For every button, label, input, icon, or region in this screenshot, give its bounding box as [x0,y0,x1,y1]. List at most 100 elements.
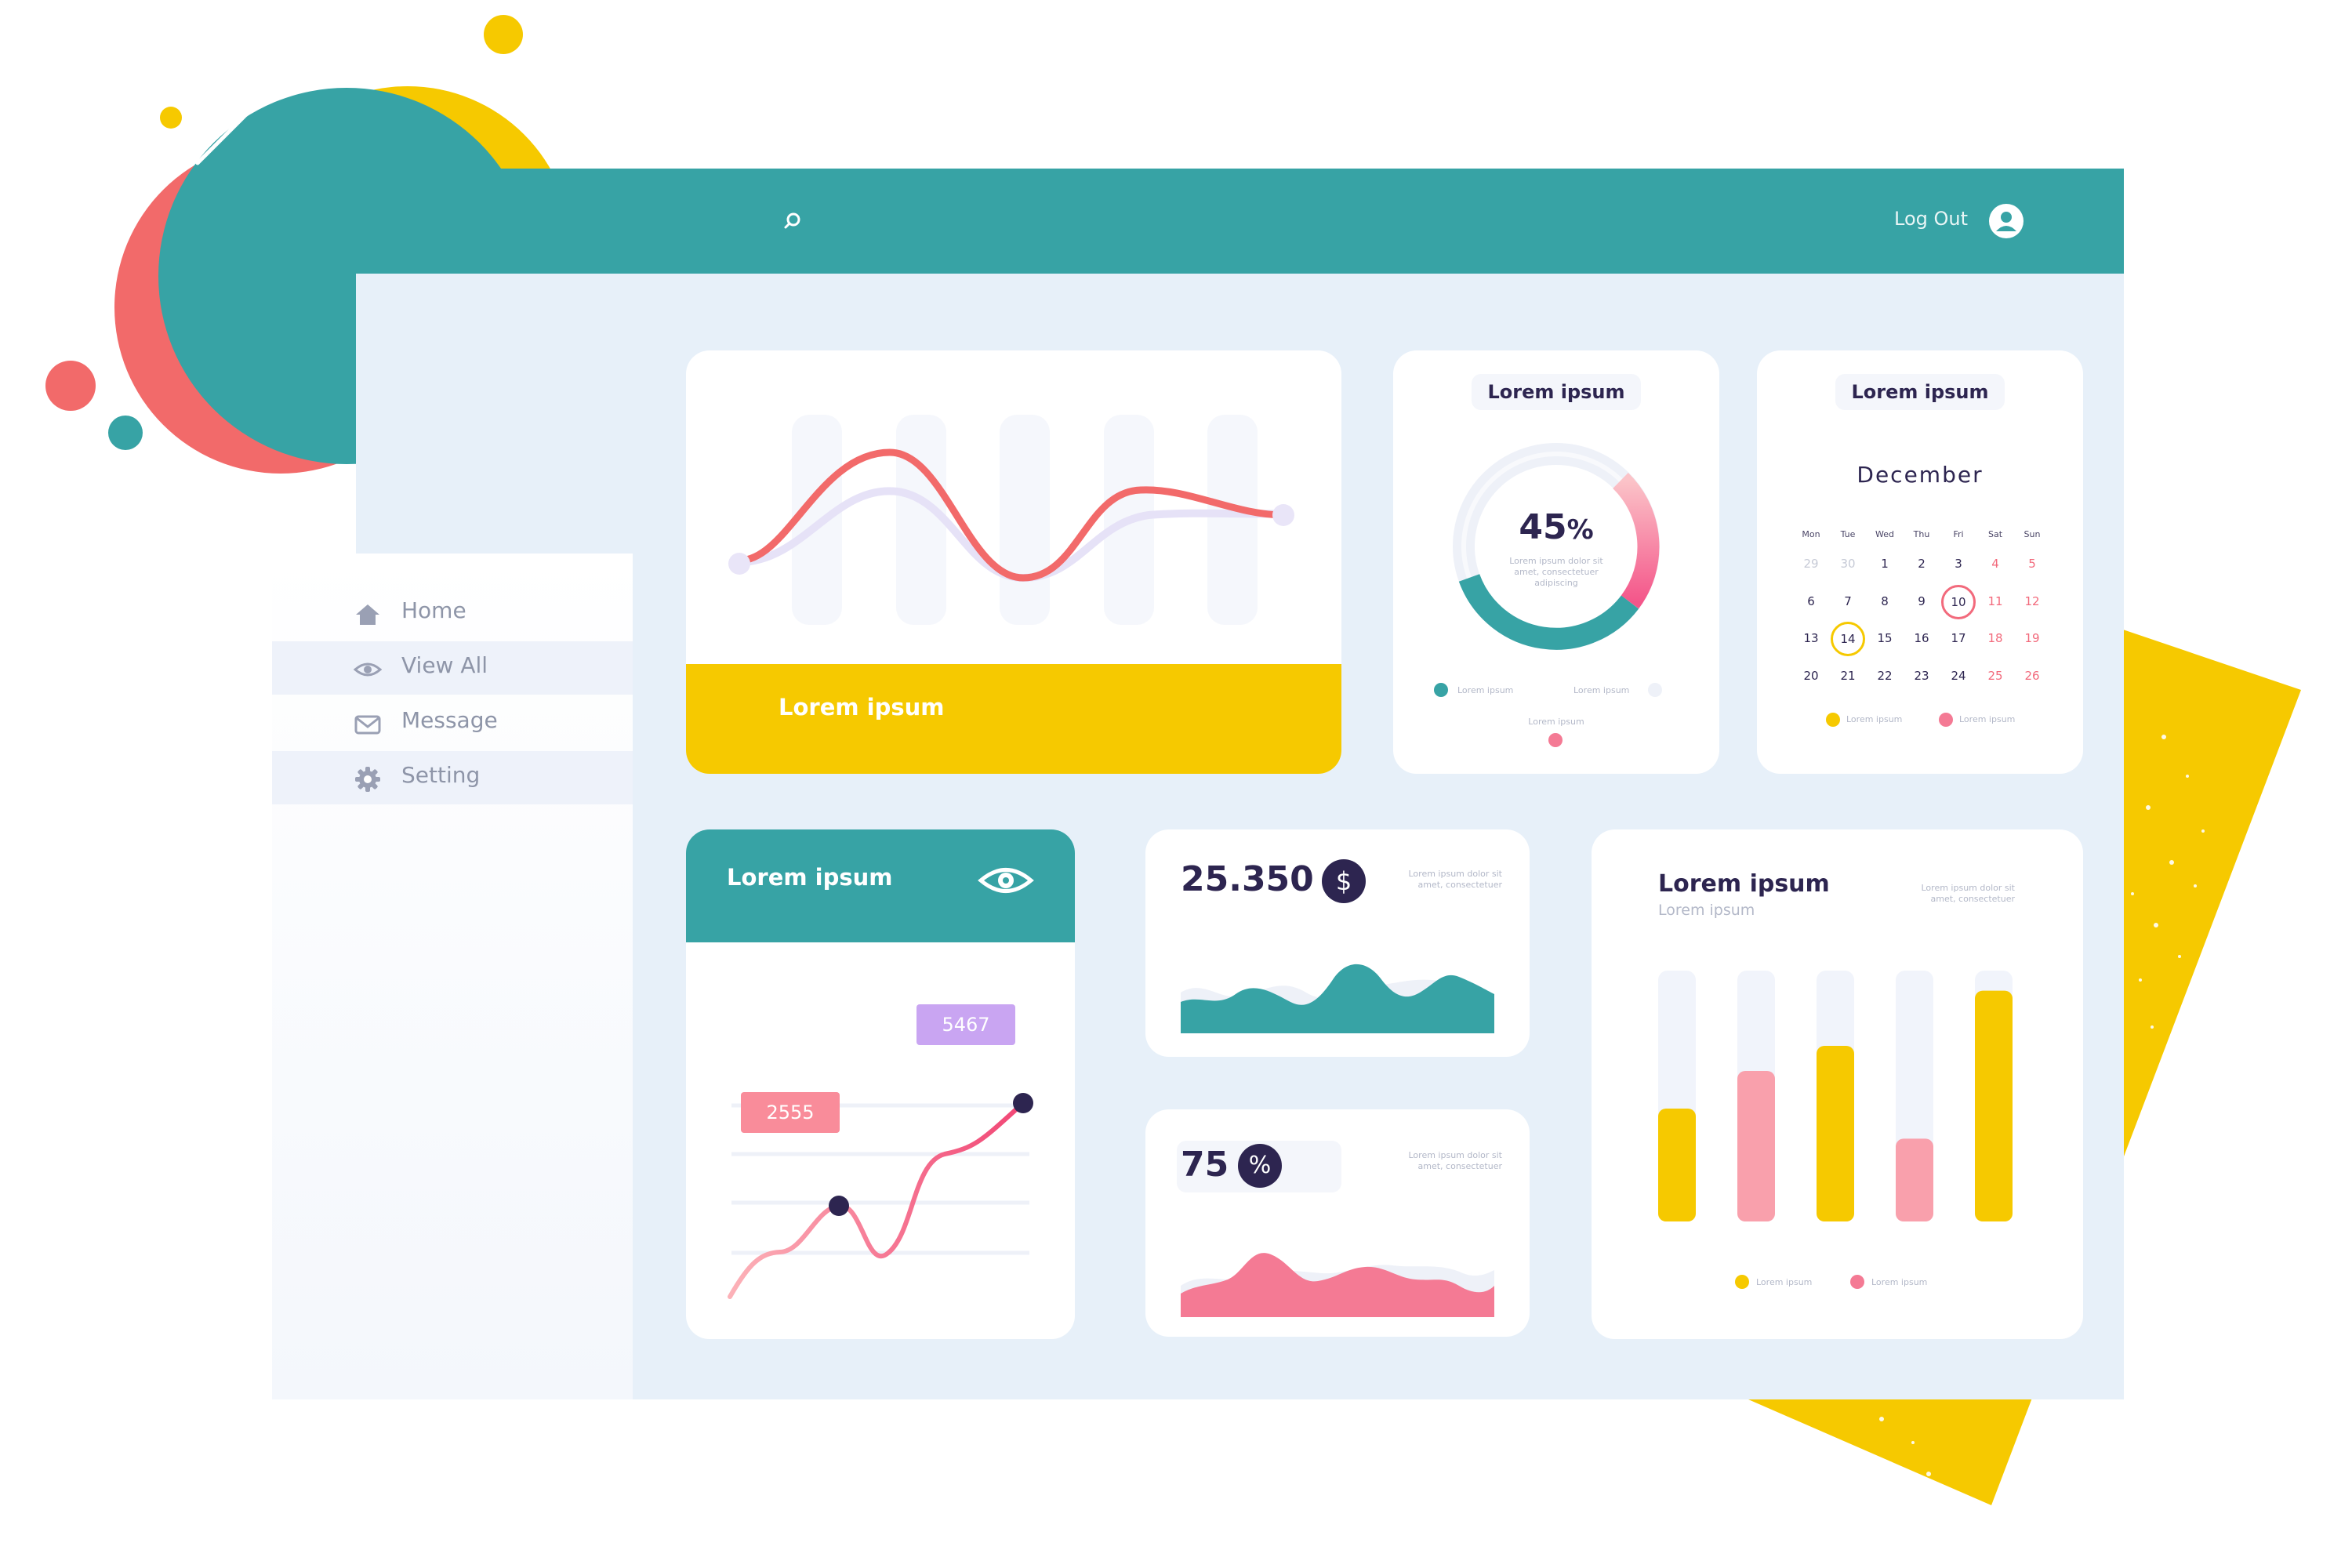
calendar-day[interactable]: 7 [1831,594,1865,608]
home-icon [354,601,382,629]
calendar-day[interactable]: 5 [2015,557,2049,571]
top-bar: Log Out [356,169,2124,274]
sidebar-item-label: View All [401,652,488,678]
weekday-sun: Sun [2024,529,2041,539]
legend-dot-light [1648,683,1662,697]
calendar-day[interactable]: 6 [1794,594,1828,608]
calendar-card[interactable]: Lorem ipsum December Mon Tue Wed Thu Fri… [1757,350,2083,774]
calendar-day[interactable]: 4 [1978,557,2013,571]
wave-card-footer: Lorem ipsum [686,664,1341,774]
wave-chart-card[interactable]: Lorem ipsum [686,350,1341,774]
calendar-day[interactable]: 19 [2015,631,2049,645]
calendar-day[interactable]: 15 [1867,631,1902,645]
calendar-day[interactable]: 22 [1867,669,1902,683]
donut-caption-line-3: adipiscing [1534,578,1578,588]
calendar-day[interactable]: 8 [1867,594,1902,608]
calendar-legend-1: Lorem ipsum [1846,714,1903,724]
bar[interactable] [1658,1109,1696,1221]
calendar-day[interactable]: 13 [1794,631,1828,645]
legend-dot-pink [1850,1275,1864,1289]
bar-chart [1658,971,2013,1221]
sidebar-item-message[interactable]: Message [272,696,633,750]
eye-icon[interactable] [978,862,1034,898]
bar-chart-card[interactable]: Lorem ipsum Lorem ipsum Lorem ipsum dolo… [1592,829,2083,1339]
calendar-day[interactable]: 11 [1978,594,2013,608]
percent-value: 75 [1181,1145,1229,1185]
calendar-day[interactable]: 26 [2015,669,2049,683]
weekday-tue: Tue [1840,529,1856,539]
calendar-day[interactable]: 18 [1978,631,2013,645]
legend-dot-pink [1548,733,1563,747]
money-card[interactable]: 25.350 $ Lorem ipsum dolor sit amet, con… [1145,829,1530,1057]
calendar-day[interactable]: 12 [2015,594,2049,608]
sidebar-item-home[interactable]: Home [272,586,633,640]
donut-legend-1: Lorem ipsum [1457,685,1514,695]
line-chart-card[interactable]: Lorem ipsum 2555 5467 [686,829,1075,1339]
money-area-chart [1181,964,1494,1033]
calendar-day[interactable]: 24 [1941,669,1976,683]
calendar-day[interactable]: 20 [1794,669,1828,683]
bar[interactable] [1737,1071,1775,1221]
calendar-day[interactable]: 25 [1978,669,2013,683]
calendar-day[interactable]: 1 [1867,557,1902,571]
donut-legend-2: Lorem ipsum [1573,685,1630,695]
calendar-day[interactable]: 16 [1904,631,1939,645]
percent-card[interactable]: 75 % Lorem ipsum dolor sit amet, consect… [1145,1109,1530,1337]
calendar-day[interactable]: 23 [1904,669,1939,683]
donut-card[interactable]: Lorem ipsum 45% Lorem ipsum dolor sit am… [1393,350,1719,774]
tag-high: 5467 [916,1004,1015,1045]
bar[interactable] [1817,1046,1854,1221]
donut-caption-line-1: Lorem ipsum dolor sit [1509,556,1603,566]
weekday-thu: Thu [1913,529,1930,539]
calendar-legend-2: Lorem ipsum [1959,714,2016,724]
envelope-icon [354,710,382,739]
calendar-day[interactable]: 14 [1831,622,1865,656]
donut-value: 45% [1393,507,1719,547]
search-icon[interactable] [782,211,803,231]
logout-link[interactable]: Log Out [1894,208,1968,230]
weekday-wed: Wed [1875,529,1894,539]
weekday-sat: Sat [1987,529,2003,539]
weekday-mon: Mon [1802,529,1820,539]
wave-card-footer-label: Lorem ipsum [779,694,945,720]
calendar-day[interactable]: 2 [1904,557,1939,571]
donut-legend-3: Lorem ipsum [1528,717,1584,727]
calendar-day[interactable]: 29 [1794,557,1828,571]
eye-icon [354,655,382,684]
bar-legend-1: Lorem ipsum [1756,1277,1813,1287]
line-card-title: Lorem ipsum [727,864,893,891]
legend-dot-pink [1939,713,1953,727]
donut-value-number: 45 [1519,507,1567,547]
legend-dot-teal [1434,683,1448,697]
bar[interactable] [1975,990,2013,1221]
sidebar-item-label: Home [401,597,466,623]
wave-chart [728,415,1294,625]
line-card-header: Lorem ipsum [686,829,1075,942]
legend-dot-yellow [1735,1275,1749,1289]
calendar-day[interactable]: 17 [1941,631,1976,645]
percent-note-line-1: Lorem ipsum dolor sit [1408,1150,1503,1160]
donut-caption-line-2: amet, consectetuer [1514,567,1599,577]
calendar-day[interactable]: 10 [1941,585,1976,619]
bar[interactable] [1896,1138,1933,1221]
calendar-day[interactable]: 21 [1831,669,1865,683]
sidebar-item-view-all[interactable]: View All [272,641,633,695]
legend-dot-yellow [1826,713,1840,727]
calendar-day[interactable]: 30 [1831,557,1865,571]
money-note-line-1: Lorem ipsum dolor sit [1408,869,1503,879]
user-avatar-icon[interactable] [1988,203,2024,239]
calendar-day[interactable]: 3 [1941,557,1976,571]
gear-icon [354,765,382,793]
calendar-card-title: Lorem ipsum [1835,374,2005,410]
sidebar-item-label: Setting [401,762,481,788]
percent-area-chart [1181,1253,1494,1317]
line-chart [728,1093,1033,1299]
percent-badge: % [1238,1144,1282,1188]
percent-note-line-2: amet, consectetuer [1417,1161,1502,1171]
calendar-day[interactable]: 9 [1904,594,1939,608]
tag-low: 2555 [741,1092,840,1133]
sidebar-item-setting[interactable]: Setting [272,751,633,804]
donut-card-title: Lorem ipsum [1472,374,1641,410]
sidebar-item-label: Message [401,707,498,733]
calendar-month: December [1857,462,1984,488]
